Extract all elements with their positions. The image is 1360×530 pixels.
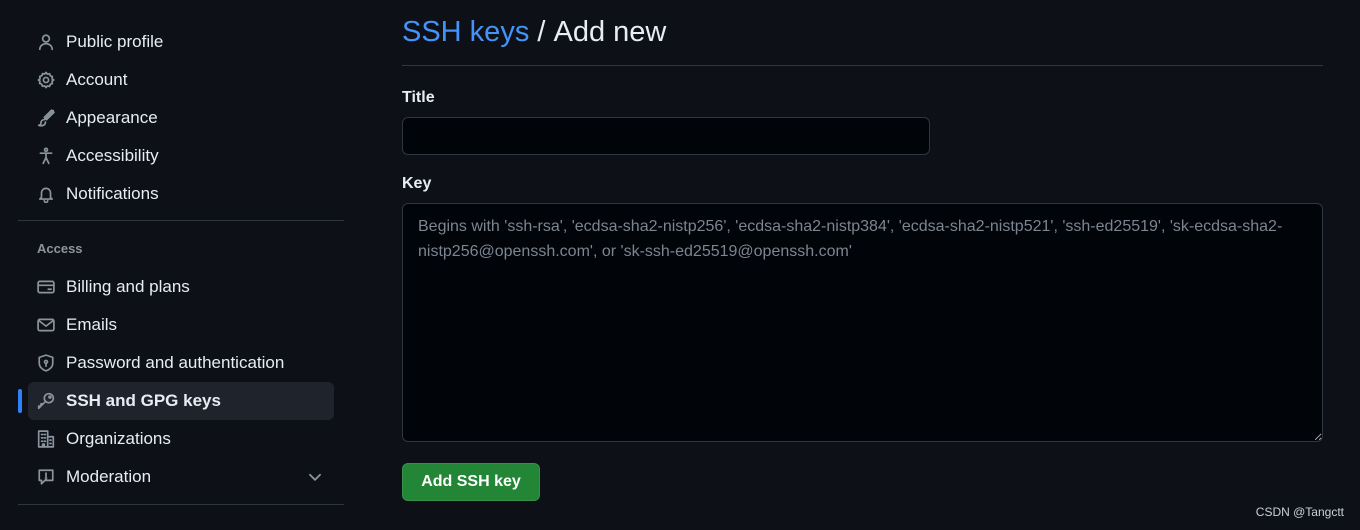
sidebar-item-label: Moderation	[66, 467, 152, 486]
credit-card-icon	[36, 277, 56, 297]
accessibility-icon	[36, 146, 56, 166]
title-input[interactable]	[402, 117, 930, 155]
sidebar-item-account[interactable]: Account	[28, 61, 334, 99]
breadcrumb-current: Add new	[553, 16, 667, 48]
key-label: Key	[402, 175, 432, 192]
paintbrush-icon	[36, 108, 56, 128]
sidebar-item-ssh-gpg-keys[interactable]: SSH and GPG keys	[18, 382, 334, 420]
sidebar-item-billing[interactable]: Billing and plans	[28, 268, 334, 306]
settings-page: Public profile Account Appearance Access…	[0, 0, 1360, 530]
sidebar-item-label: Organizations	[66, 429, 171, 448]
key-icon	[36, 391, 56, 411]
active-indicator	[18, 389, 22, 413]
bell-icon	[36, 184, 56, 204]
report-icon	[36, 467, 56, 487]
page-title: SSH keys / Add new	[402, 0, 1323, 66]
key-textarea[interactable]	[402, 203, 1323, 442]
sidebar-item-password-authentication[interactable]: Password and authentication	[28, 344, 334, 382]
watermark: CSDN @Tangctt	[1255, 505, 1344, 519]
breadcrumb-ssh-keys-link[interactable]: SSH keys	[402, 16, 529, 49]
mail-icon	[36, 315, 56, 335]
person-icon	[36, 32, 56, 52]
sidebar-item-label: Appearance	[66, 108, 158, 127]
chevron-down-icon[interactable]	[306, 468, 324, 486]
add-ssh-key-button[interactable]: Add SSH key	[402, 463, 540, 501]
sidebar-item-public-profile[interactable]: Public profile	[28, 23, 334, 61]
sidebar-item-organizations[interactable]: Organizations	[28, 420, 334, 458]
sidebar-section-heading: Access	[37, 241, 83, 256]
shield-lock-icon	[36, 353, 56, 373]
sidebar-item-label: Billing and plans	[66, 277, 190, 296]
sidebar-item-label: Password and authentication	[66, 353, 285, 372]
sidebar-item-label: SSH and GPG keys	[66, 391, 221, 410]
sidebar-item-accessibility[interactable]: Accessibility	[28, 137, 334, 175]
sidebar-item-notifications[interactable]: Notifications	[28, 175, 334, 213]
gear-icon	[36, 70, 56, 90]
sidebar-item-emails[interactable]: Emails	[28, 306, 334, 344]
settings-sidebar: Public profile Account Appearance Access…	[18, 0, 344, 505]
sidebar-item-label: Accessibility	[66, 146, 159, 165]
sidebar-divider	[18, 504, 344, 505]
sidebar-item-moderation[interactable]: Moderation	[28, 458, 334, 496]
sidebar-item-label: Notifications	[66, 184, 159, 203]
title-label: Title	[402, 89, 435, 106]
main-content: SSH keys / Add new Title Key Add SSH key	[402, 0, 1323, 501]
sidebar-item-appearance[interactable]: Appearance	[28, 99, 334, 137]
organization-icon	[36, 429, 56, 449]
sidebar-item-label: Emails	[66, 315, 118, 334]
sidebar-item-label: Account	[66, 70, 128, 89]
sidebar-item-label: Public profile	[66, 32, 164, 51]
breadcrumb-separator: /	[537, 16, 546, 48]
